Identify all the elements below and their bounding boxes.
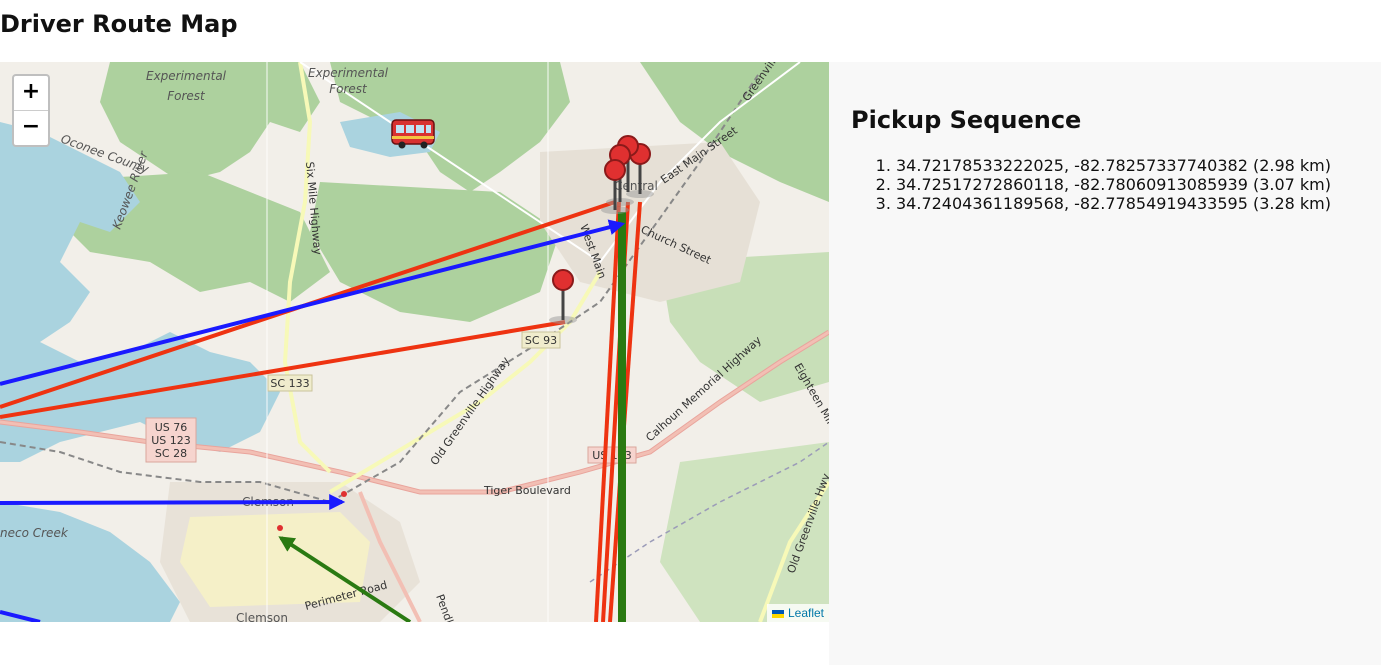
map-tiles[interactable]: Experimental Forest Experimental Forest … bbox=[0, 62, 829, 622]
place-label: Experimental bbox=[308, 66, 389, 80]
pickup-sequence-heading: Pickup Sequence bbox=[851, 106, 1082, 134]
svg-text:SC 93: SC 93 bbox=[525, 334, 557, 347]
road-label: Tiger Boulevard bbox=[483, 484, 571, 497]
map-attribution: Leaflet bbox=[766, 604, 829, 622]
place-label: Forest bbox=[329, 82, 368, 96]
pickup-sequence-panel: Pickup Sequence 34.72178533222025, -82.7… bbox=[829, 62, 1381, 665]
bus-icon[interactable] bbox=[391, 119, 435, 149]
list-item: 34.72404361189568, -82.77854919433595 (3… bbox=[896, 194, 1381, 213]
list-item: 34.72517272860118, -82.78060913085939 (3… bbox=[896, 175, 1381, 194]
place-label: Clemson bbox=[236, 611, 288, 622]
leaflet-link[interactable]: Leaflet bbox=[788, 606, 824, 620]
road-shield-us76: US 76 US 123 SC 28 bbox=[145, 417, 197, 463]
road-shield-sc133: SC 133 bbox=[267, 374, 313, 392]
page-title: Driver Route Map bbox=[0, 10, 238, 38]
zoom-control: + − bbox=[12, 74, 50, 147]
zoom-in-button[interactable]: + bbox=[14, 76, 48, 110]
svg-text:SC 133: SC 133 bbox=[270, 377, 309, 390]
map-dot-icon bbox=[341, 491, 347, 497]
pickup-sequence-list: 34.72178533222025, -82.78257337740382 (2… bbox=[829, 156, 1381, 213]
place-label: Forest bbox=[167, 89, 206, 103]
list-item: 34.72178533222025, -82.78257337740382 (2… bbox=[896, 156, 1381, 175]
svg-text:SC 28: SC 28 bbox=[155, 447, 187, 460]
road-shield-sc93: SC 93 bbox=[521, 331, 561, 349]
route-map[interactable]: Experimental Forest Experimental Forest … bbox=[0, 62, 829, 622]
place-label: neco Creek bbox=[0, 526, 69, 540]
map-dot-icon bbox=[277, 525, 283, 531]
svg-text:US 123: US 123 bbox=[151, 434, 191, 447]
ukraine-flag-icon bbox=[771, 609, 784, 618]
zoom-out-button[interactable]: − bbox=[14, 110, 48, 145]
place-label: Experimental bbox=[146, 69, 227, 83]
svg-text:US 76: US 76 bbox=[155, 421, 188, 434]
